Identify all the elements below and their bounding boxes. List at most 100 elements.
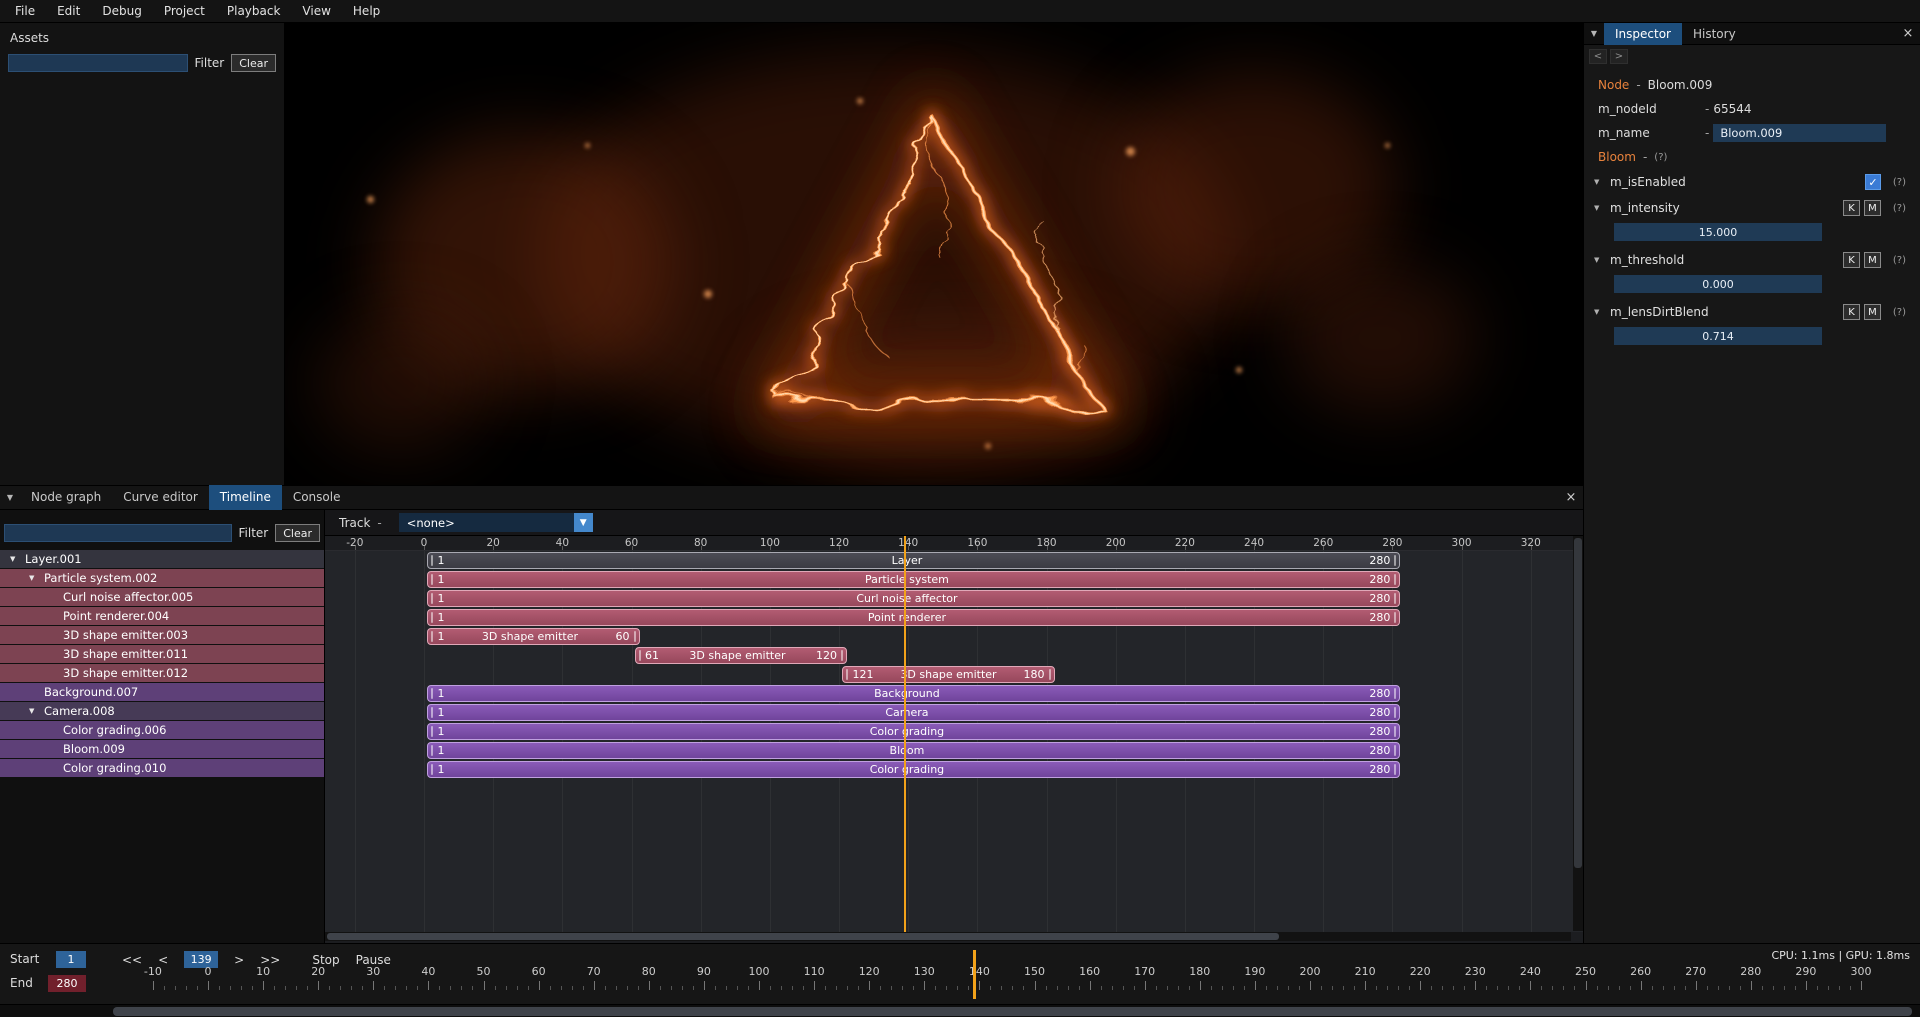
transport-ruler-label: 230 bbox=[1464, 965, 1486, 978]
menu-item-project[interactable]: Project bbox=[153, 0, 216, 22]
tree-item-bloom-009[interactable]: ▼Bloom.009 bbox=[0, 740, 324, 758]
timeline-ruler[interactable]: -20 0 20 40 60 80 100 120 140 160 180 200 220 240 260 2… bbox=[325, 536, 1583, 551]
value-field-m-threshold[interactable]: 0.000 bbox=[1614, 275, 1822, 293]
tab-console[interactable]: Console bbox=[282, 485, 352, 510]
curve-button[interactable]: M bbox=[1864, 304, 1881, 320]
transport-playhead[interactable] bbox=[972, 950, 976, 999]
tree-item-layer-001[interactable]: ▼ Layer.001 bbox=[0, 550, 324, 568]
tree-item-particle-system-002[interactable]: ▼ Particle system.002 bbox=[0, 569, 324, 587]
panel-options-icon[interactable]: ▼ bbox=[1584, 29, 1604, 38]
tab-curve-editor[interactable]: Curve editor bbox=[112, 485, 209, 510]
curve-button[interactable]: M bbox=[1864, 200, 1881, 216]
track-bar-point-renderer-1[interactable]: 1 Point renderer 280 bbox=[427, 609, 1401, 626]
track-bar-3d-shape-emitter-61[interactable]: 61 3D shape emitter 120 bbox=[634, 647, 848, 664]
ruler-tick bbox=[1177, 986, 1179, 990]
transport-scrollbar[interactable] bbox=[0, 1004, 1920, 1017]
ruler-tick bbox=[493, 546, 495, 550]
chevron-down-icon[interactable]: ▼ bbox=[29, 707, 44, 715]
track-bar-background-1[interactable]: 1 Background 280 bbox=[427, 685, 1401, 702]
keyframe-button[interactable]: K bbox=[1843, 200, 1860, 216]
assets-filter-input[interactable] bbox=[8, 54, 188, 72]
chevron-down-icon[interactable]: ▼ bbox=[29, 574, 44, 582]
help-icon[interactable]: (?) bbox=[1654, 152, 1670, 163]
chevron-down-icon[interactable]: ▼ bbox=[1594, 308, 1610, 316]
ruler-tick bbox=[1761, 986, 1763, 990]
track-bar-color-grading-1[interactable]: 1 Color grading 280 bbox=[427, 761, 1401, 778]
tree-item-3d-shape-emitter-011[interactable]: ▼3D shape emitter.011 bbox=[0, 645, 324, 663]
keyframe-button[interactable]: K bbox=[1843, 304, 1860, 320]
tab-inspector[interactable]: Inspector bbox=[1604, 22, 1682, 45]
ruler-tick bbox=[631, 546, 633, 550]
panel-options-icon[interactable]: ▼ bbox=[0, 493, 20, 502]
scrollbar-thumb[interactable] bbox=[327, 933, 1279, 940]
transport-ruler[interactable]: -10 0 10 20 30 40 50 60 70 80 90 100 110 120 130 140 150… bbox=[0, 963, 1920, 997]
tree-item-3d-shape-emitter-003[interactable]: ▼3D shape emitter.003 bbox=[0, 626, 324, 644]
track-bar-3d-shape-emitter-121[interactable]: 121 3D shape emitter 180 bbox=[842, 666, 1055, 683]
track-bar-bloom-1[interactable]: 1 Bloom 280 bbox=[427, 742, 1401, 759]
timeline-clear-button[interactable]: Clear bbox=[275, 524, 320, 542]
viewport-3d-preview[interactable] bbox=[285, 23, 1583, 485]
tree-item-color-grading-010[interactable]: ▼Color grading.010 bbox=[0, 759, 324, 777]
scrollbar-thumb[interactable] bbox=[113, 1007, 1912, 1016]
help-icon[interactable]: (?) bbox=[1890, 255, 1906, 266]
menu-item-edit[interactable]: Edit bbox=[46, 0, 91, 22]
timeline-tracks-area[interactable]: 1 Layer 280 1 Particle system 280 1 Curl noise … bbox=[325, 551, 1583, 932]
chevron-down-icon[interactable]: ▼ bbox=[10, 555, 25, 563]
value-field-m-intensity[interactable]: 15.000 bbox=[1614, 223, 1822, 241]
nav-back-button[interactable]: < bbox=[1589, 48, 1607, 64]
track-bar-particle-system-1[interactable]: 1 Particle system 280 bbox=[427, 571, 1401, 588]
timeline-tracks-panel: Track - <none> ▼ -20 0 20 40 60 80 100 120 140 16… bbox=[325, 510, 1583, 943]
tree-item-curl-noise-affector-005[interactable]: ▼Curl noise affector.005 bbox=[0, 588, 324, 606]
timeline-playhead[interactable] bbox=[903, 536, 906, 932]
inspector-close-icon[interactable]: × bbox=[1896, 26, 1920, 41]
menu-item-file[interactable]: File bbox=[4, 0, 46, 22]
help-icon[interactable]: (?) bbox=[1890, 307, 1906, 318]
ruler-tick bbox=[1155, 986, 1157, 990]
ruler-tick bbox=[1323, 546, 1325, 550]
curve-button[interactable]: M bbox=[1864, 252, 1881, 268]
tree-item-point-renderer-004[interactable]: ▼Point renderer.004 bbox=[0, 607, 324, 625]
help-icon[interactable]: (?) bbox=[1890, 177, 1906, 188]
keyframe-button[interactable]: K bbox=[1843, 252, 1860, 268]
assets-filter-button[interactable]: Filter bbox=[195, 56, 225, 70]
value-field-m-lensdirtblend[interactable]: 0.714 bbox=[1614, 327, 1822, 345]
chevron-down-icon[interactable]: ▼ bbox=[1594, 204, 1610, 212]
timeline-filter-button[interactable]: Filter bbox=[239, 526, 269, 540]
ruler-tick bbox=[494, 986, 496, 990]
timeline-vscrollbar[interactable] bbox=[1573, 536, 1583, 931]
scrollbar-thumb[interactable] bbox=[1574, 538, 1582, 868]
chevron-down-icon[interactable]: ▼ bbox=[1594, 178, 1610, 186]
menu-item-playback[interactable]: Playback bbox=[216, 0, 292, 22]
chevron-down-icon[interactable]: ▼ bbox=[1594, 256, 1610, 264]
tree-item-color-grading-006[interactable]: ▼Color grading.006 bbox=[0, 721, 324, 739]
clip-end-frame: 280 bbox=[1369, 687, 1391, 700]
ruler-tick bbox=[1100, 986, 1102, 990]
tree-item-background-007[interactable]: ▼Background.007 bbox=[0, 683, 324, 701]
tab-node-graph[interactable]: Node graph bbox=[20, 485, 112, 510]
track-bar-curl-noise-affector-1[interactable]: 1 Curl noise affector 280 bbox=[427, 590, 1401, 607]
checkbox-m-isenabled[interactable]: ✓ bbox=[1865, 174, 1881, 190]
ruler-tick bbox=[263, 981, 265, 990]
track-bar-3d-shape-emitter-1[interactable]: 1 3D shape emitter 60 bbox=[427, 628, 640, 645]
menu-item-debug[interactable]: Debug bbox=[91, 0, 152, 22]
timeline-filter-input[interactable] bbox=[4, 524, 232, 542]
tree-item-3d-shape-emitter-012[interactable]: ▼3D shape emitter.012 bbox=[0, 664, 324, 682]
tab-history[interactable]: History bbox=[1682, 23, 1747, 45]
help-icon[interactable]: (?) bbox=[1890, 203, 1906, 214]
assets-clear-button[interactable]: Clear bbox=[231, 54, 276, 72]
tree-item-camera-008[interactable]: ▼ Camera.008 bbox=[0, 702, 324, 720]
timeline-hscrollbar[interactable] bbox=[325, 932, 1571, 941]
nav-forward-button[interactable]: > bbox=[1610, 48, 1628, 64]
track-bar-color-grading-1[interactable]: 1 Color grading 280 bbox=[427, 723, 1401, 740]
ruler-tick bbox=[505, 986, 507, 990]
track-selector-dropdown[interactable]: <none> ▼ bbox=[398, 513, 593, 532]
track-bar-camera-1[interactable]: 1 Camera 280 bbox=[427, 704, 1401, 721]
tab-timeline[interactable]: Timeline bbox=[208, 485, 282, 510]
track-bar-layer-1[interactable]: 1 Layer 280 bbox=[427, 552, 1401, 569]
menu-item-help[interactable]: Help bbox=[342, 0, 391, 22]
menu-item-view[interactable]: View bbox=[291, 0, 341, 22]
bottom-panel-close-icon[interactable]: × bbox=[1559, 490, 1583, 505]
chevron-down-icon[interactable]: ▼ bbox=[573, 513, 593, 532]
ruler-tick bbox=[417, 986, 419, 990]
name-input[interactable]: Bloom.009 bbox=[1713, 124, 1887, 142]
